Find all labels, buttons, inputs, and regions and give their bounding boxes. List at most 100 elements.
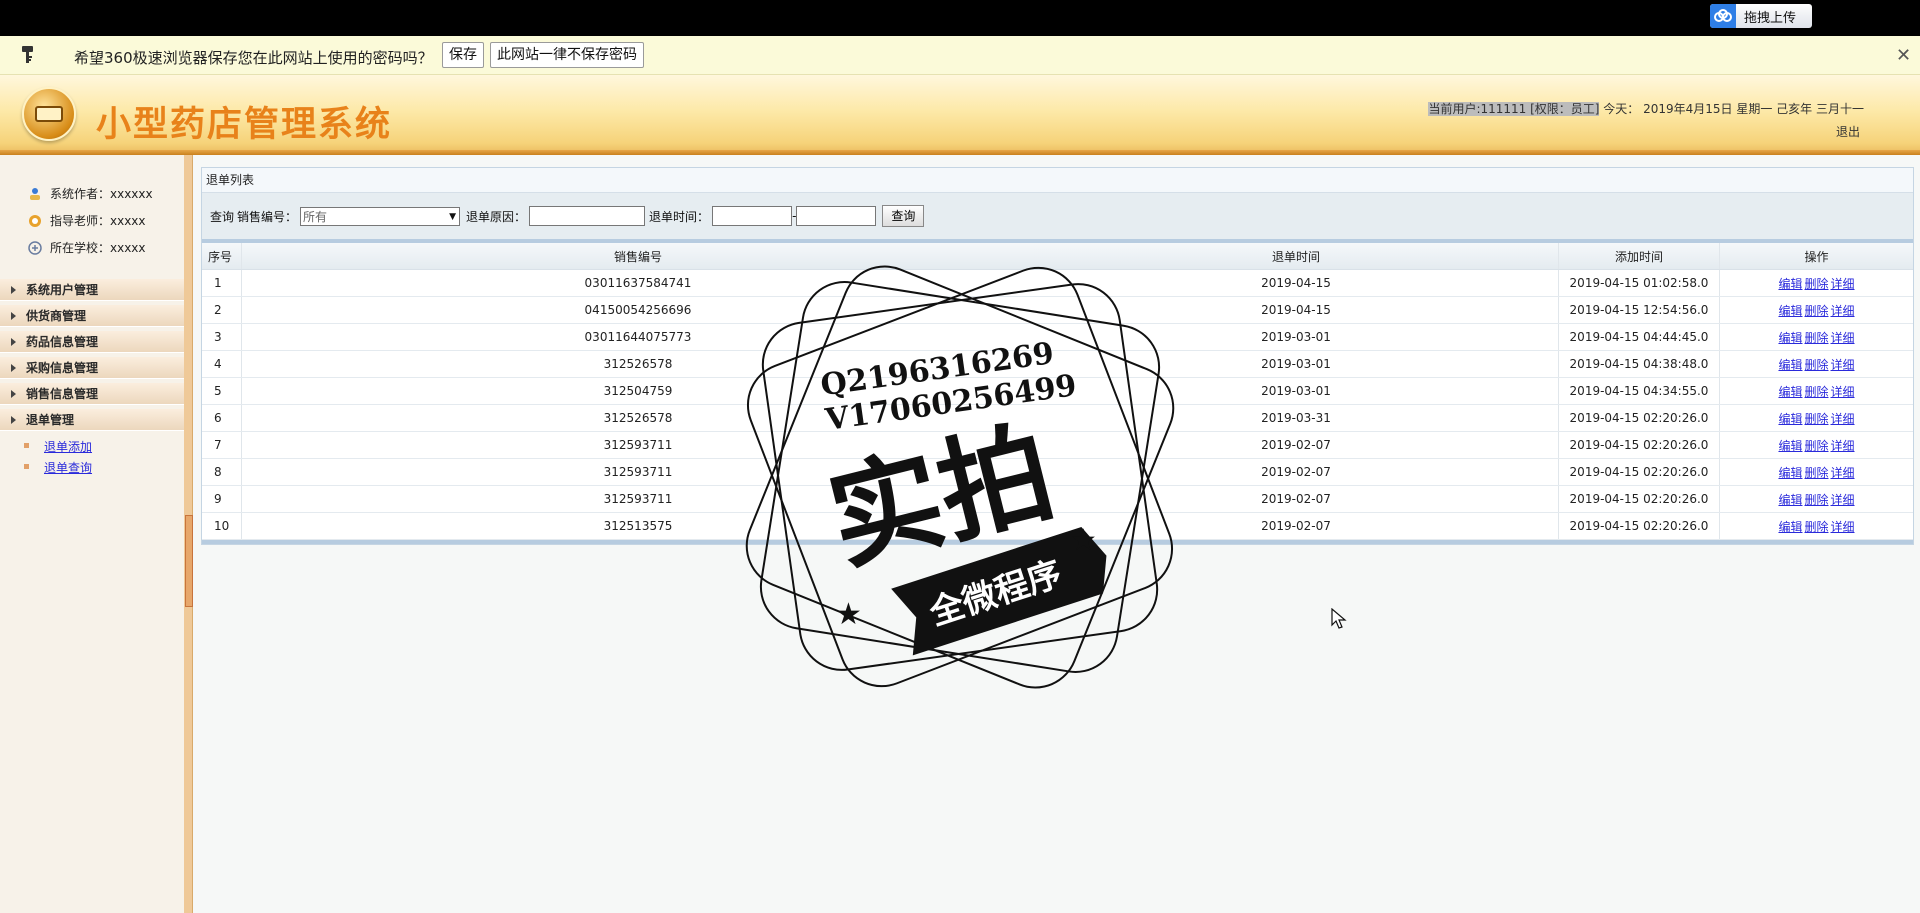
row-ops: 编辑 删除 详细 (1719, 485, 1913, 513)
row-sales-no: 03011644075773 (241, 323, 1034, 351)
row-added-time: 2019-04-15 02:20:26.0 (1558, 485, 1720, 513)
row-sales-no: 312513575 (241, 512, 1034, 540)
delete-link[interactable]: 删除 (1804, 439, 1828, 453)
today-date: 今天： 2019年4月15日 星期一 己亥年 三月十一 (1603, 102, 1864, 116)
sidebar-splitter[interactable] (184, 155, 193, 913)
current-user: 当前用户:111111 [权限：员工] (1428, 102, 1600, 116)
key-icon (18, 45, 38, 68)
delete-link[interactable]: 删除 (1804, 466, 1828, 480)
detail-link[interactable]: 详细 (1831, 493, 1855, 507)
reason-input[interactable] (529, 206, 646, 226)
menu-purchase-info[interactable]: 采购信息管理 (0, 357, 184, 379)
query-label: 查询 (210, 209, 235, 224)
row-no: 7 (202, 431, 242, 459)
table-row: 2 04150054256696 2019-04-15 2019-04-15 12:5… (202, 296, 1913, 324)
delete-link[interactable]: 删除 (1804, 520, 1828, 534)
row-return-time: 2019-04-15 (1034, 269, 1559, 297)
app-title: 小型药店管理系统 (96, 104, 393, 145)
detail-link[interactable]: 详细 (1831, 358, 1855, 372)
row-sales-no: 312526578 (241, 404, 1034, 432)
menu-drug-info[interactable]: 药品信息管理 (0, 331, 184, 353)
sales-no-select[interactable]: 所有 (300, 206, 461, 227)
submenu-return-query[interactable]: 退单查询 (24, 459, 92, 476)
edit-link[interactable]: 编辑 (1778, 412, 1802, 426)
row-ops: 编辑 删除 详细 (1719, 269, 1913, 297)
teacher-info: 指导老师：xxxxx (28, 212, 146, 229)
row-added-time: 2019-04-15 02:20:26.0 (1558, 431, 1720, 459)
edit-link[interactable]: 编辑 (1778, 358, 1802, 372)
close-icon[interactable]: ✕ (1896, 45, 1911, 66)
detail-link[interactable]: 详细 (1831, 331, 1855, 345)
delete-link[interactable]: 删除 (1804, 493, 1828, 507)
detail-link[interactable]: 详细 (1831, 385, 1855, 399)
row-no: 4 (202, 350, 242, 378)
row-return-time: 2019-02-07 (1034, 512, 1559, 540)
row-added-time: 2019-04-15 12:54:56.0 (1558, 296, 1720, 324)
menu-system-users[interactable]: 系统用户管理 (0, 279, 184, 301)
row-return-time: 2019-03-31 (1034, 404, 1559, 432)
col-ops: 操作 (1719, 243, 1913, 270)
detail-link[interactable]: 详细 (1831, 412, 1855, 426)
detail-link[interactable]: 详细 (1831, 277, 1855, 291)
detail-link[interactable]: 详细 (1831, 520, 1855, 534)
reason-label: 退单原因： (466, 209, 527, 224)
edit-link[interactable]: 编辑 (1778, 277, 1802, 291)
table-row: 1 03011637584741 2019-04-15 2019-04-15 01:0… (202, 269, 1913, 297)
delete-link[interactable]: 删除 (1804, 304, 1828, 318)
author-info: 系统作者：xxxxxx (28, 185, 153, 202)
delete-link[interactable]: 删除 (1804, 277, 1828, 291)
password-prompt-text: 希望360极速浏览器保存您在此网站上使用的密码吗？ (74, 49, 433, 67)
edit-link[interactable]: 编辑 (1778, 304, 1802, 318)
table-row: 10 312513575 2019-02-07 2019-04-15 02:20:26… (202, 512, 1913, 540)
edit-link[interactable]: 编辑 (1778, 520, 1802, 534)
detail-link[interactable]: 详细 (1831, 466, 1855, 480)
time-start-input[interactable] (712, 206, 793, 226)
row-sales-no: 312593711 (241, 458, 1034, 486)
never-save-password-button[interactable]: 此网站一律不保存密码 (490, 42, 644, 68)
edit-link[interactable]: 编辑 (1778, 439, 1802, 453)
edit-link[interactable]: 编辑 (1778, 466, 1802, 480)
app-header: 小型药店管理系统 当前用户:111111 [权限：员工] 今天： 2019年4月… (0, 75, 1920, 155)
edit-link[interactable]: 编辑 (1778, 493, 1802, 507)
author-text: 系统作者：xxxxxx (50, 187, 153, 201)
time-end-input[interactable] (796, 206, 877, 226)
row-sales-no: 312593711 (241, 485, 1034, 513)
sidebar-collapse-handle[interactable] (185, 515, 193, 607)
row-added-time: 2019-04-15 02:20:26.0 (1558, 512, 1720, 540)
delete-link[interactable]: 删除 (1804, 331, 1828, 345)
table-row: 9 312593711 2019-02-07 2019-04-15 02:20:26.… (202, 485, 1913, 513)
edit-link[interactable]: 编辑 (1778, 385, 1802, 399)
row-return-time: 2019-03-01 (1034, 323, 1559, 351)
menu-sales-info[interactable]: 销售信息管理 (0, 383, 184, 405)
save-password-button[interactable]: 保存 (442, 42, 484, 68)
col-return-time: 退单时间 (1034, 243, 1559, 270)
row-ops: 编辑 删除 详细 (1719, 377, 1913, 405)
row-return-time: 2019-03-01 (1034, 350, 1559, 378)
logout-link[interactable]: 退出 (1836, 123, 1860, 140)
drag-upload-button[interactable]: 拖拽上传 (1710, 4, 1812, 28)
table-row: 8 312593711 2019-02-07 2019-04-15 02:20:26.… (202, 458, 1913, 486)
row-no: 9 (202, 485, 242, 513)
table-row: 6 312526578 2019-03-31 2019-04-15 02:20:26.… (202, 404, 1913, 432)
delete-link[interactable]: 删除 (1804, 412, 1828, 426)
menu-returns[interactable]: 退单管理 (0, 409, 184, 431)
star-icon: ★ (835, 597, 862, 632)
drag-upload-label: 拖拽上传 (1744, 10, 1797, 26)
row-ops: 编辑 删除 详细 (1719, 431, 1913, 459)
password-save-bar: 希望360极速浏览器保存您在此网站上使用的密码吗？ 保存 此网站一律不保存密码 … (0, 36, 1920, 75)
row-ops: 编辑 删除 详细 (1719, 404, 1913, 432)
table-row: 4 312526578 2019-03-01 2019-04-15 04:38:48.… (202, 350, 1913, 378)
query-button[interactable]: 查询 (882, 205, 925, 227)
delete-link[interactable]: 删除 (1804, 358, 1828, 372)
menu-suppliers[interactable]: 供货商管理 (0, 305, 184, 327)
detail-link[interactable]: 详细 (1831, 304, 1855, 318)
detail-link[interactable]: 详细 (1831, 439, 1855, 453)
row-ops: 编辑 删除 详细 (1719, 458, 1913, 486)
row-added-time: 2019-04-15 02:20:26.0 (1558, 458, 1720, 486)
submenu-return-add[interactable]: 退单添加 (24, 438, 92, 455)
edit-link[interactable]: 编辑 (1778, 331, 1802, 345)
col-no: 序号 (202, 243, 242, 270)
row-ops: 编辑 删除 详细 (1719, 512, 1913, 540)
row-sales-no: 312504759 (241, 377, 1034, 405)
delete-link[interactable]: 删除 (1804, 385, 1828, 399)
